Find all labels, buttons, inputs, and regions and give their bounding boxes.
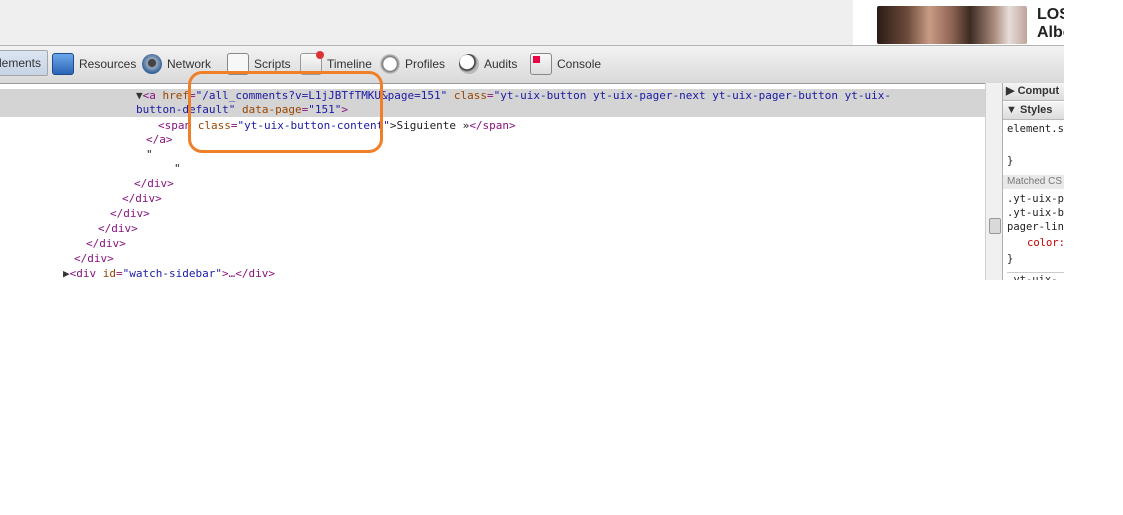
annotation-highlight-box [188, 71, 383, 153]
video-thumbnail[interactable] [877, 6, 1027, 44]
tab-profiles-label: Profiles [405, 57, 446, 71]
tag-span-open: <span [158, 119, 192, 132]
attr-href-name: href [162, 89, 190, 102]
styles-triangle-icon: ▼ [1003, 104, 1020, 116]
matched-css-label: Matched CS [1007, 176, 1063, 187]
dom-node-div-close-2[interactable]: </div> [122, 192, 162, 206]
rule-property-color[interactable]: color: [1027, 236, 1064, 250]
dom-node-a-close[interactable]: </a> [146, 133, 173, 147]
tag-div-rest: >…</div> [221, 267, 275, 280]
rule-selector-3[interactable]: pager-lin [1007, 220, 1064, 234]
network-icon [142, 54, 162, 74]
tab-resources[interactable]: Resources [52, 50, 136, 78]
console-icon [530, 53, 552, 75]
video-title-line-2[interactable]: Albo [1037, 24, 1064, 42]
collapse-triangle-icon[interactable]: ▶ [63, 267, 70, 280]
matched-css-header: Matched CS [1003, 175, 1064, 189]
styles-sidebar: ▶ Comput ▼ Styles element.s } Matched CS… [1002, 83, 1064, 280]
dom-node-div-close-6[interactable]: </div> [74, 252, 114, 266]
tab-audits-label: Audits [484, 57, 518, 71]
rule-selector-next[interactable]: .yt-uix- [1007, 272, 1064, 280]
attr-id-value[interactable]: "watch-sidebar" [123, 267, 222, 280]
tab-elements[interactable]: lements [0, 50, 49, 76]
element-style-close: } [1007, 155, 1014, 167]
video-title-line-1[interactable]: LOS [1037, 6, 1064, 24]
expand-triangle-icon[interactable]: ▼ [136, 89, 143, 102]
dom-text-node-2[interactable]: " [174, 162, 181, 176]
profiles-icon [380, 54, 400, 74]
dom-node-div-close-4[interactable]: </div> [98, 222, 138, 236]
rule-selector-2[interactable]: .yt-uix-b [1007, 206, 1064, 220]
styles-label: Styles [1020, 104, 1053, 116]
rule-close: } [1007, 253, 1014, 265]
styles-header[interactable]: ▼ Styles [1003, 102, 1064, 120]
tab-timeline-label: Timeline [327, 57, 372, 71]
dom-node-div-close-3[interactable]: </div> [110, 207, 150, 221]
devtools-screenshot: LOS Albo lements Resources Network Scrip… [0, 0, 1064, 280]
tab-resources-label: Resources [79, 57, 137, 71]
attr-id-name: id [102, 267, 116, 280]
tab-profiles[interactable]: Profiles [380, 50, 445, 78]
scrollbar-thumb[interactable] [989, 218, 1001, 234]
dom-tree-scrollbar[interactable] [985, 83, 1002, 280]
dom-node-div-close-5[interactable]: </div> [86, 237, 126, 251]
tab-console[interactable]: Console [530, 50, 601, 78]
tag-span-close: </span> [469, 119, 516, 132]
element-style-selector[interactable]: element.s [1007, 122, 1064, 136]
rule-selector-1[interactable]: .yt-uix-p [1007, 192, 1064, 206]
attr-class-value[interactable]: "yt-uix-button yt-uix-pager-next yt-uix-… [494, 89, 891, 102]
span-text-content[interactable]: >Siguiente » [390, 119, 469, 132]
dom-text-node-1[interactable]: " [146, 148, 153, 162]
dom-node-watch-sidebar[interactable]: ▶<div id="watch-sidebar">…</div> [63, 267, 275, 280]
tag-a-open: <a [142, 89, 156, 102]
dom-node-div-close-1[interactable]: </div> [134, 177, 174, 191]
dom-tree-panel[interactable]: ▼<a href="/all_comments?v=L1jJBTfTMKU&pa… [0, 83, 985, 280]
computed-triangle-icon: ▶ [1003, 85, 1018, 97]
computed-style-header[interactable]: ▶ Comput [1003, 83, 1064, 101]
resources-icon [52, 53, 74, 75]
tab-console-label: Console [557, 57, 602, 71]
tab-elements-label: lements [0, 56, 42, 70]
tab-scripts-label: Scripts [254, 57, 291, 71]
tab-audits[interactable]: Audits [459, 50, 517, 78]
attr-class-name: class [453, 89, 488, 102]
tag-div-open: <div [69, 267, 97, 280]
audits-icon [459, 54, 479, 74]
computed-style-label: Comput [1017, 85, 1060, 97]
tab-network-label: Network [167, 57, 212, 71]
devtools-toolbar: lements Resources Network Scripts Timeli… [0, 45, 1064, 84]
